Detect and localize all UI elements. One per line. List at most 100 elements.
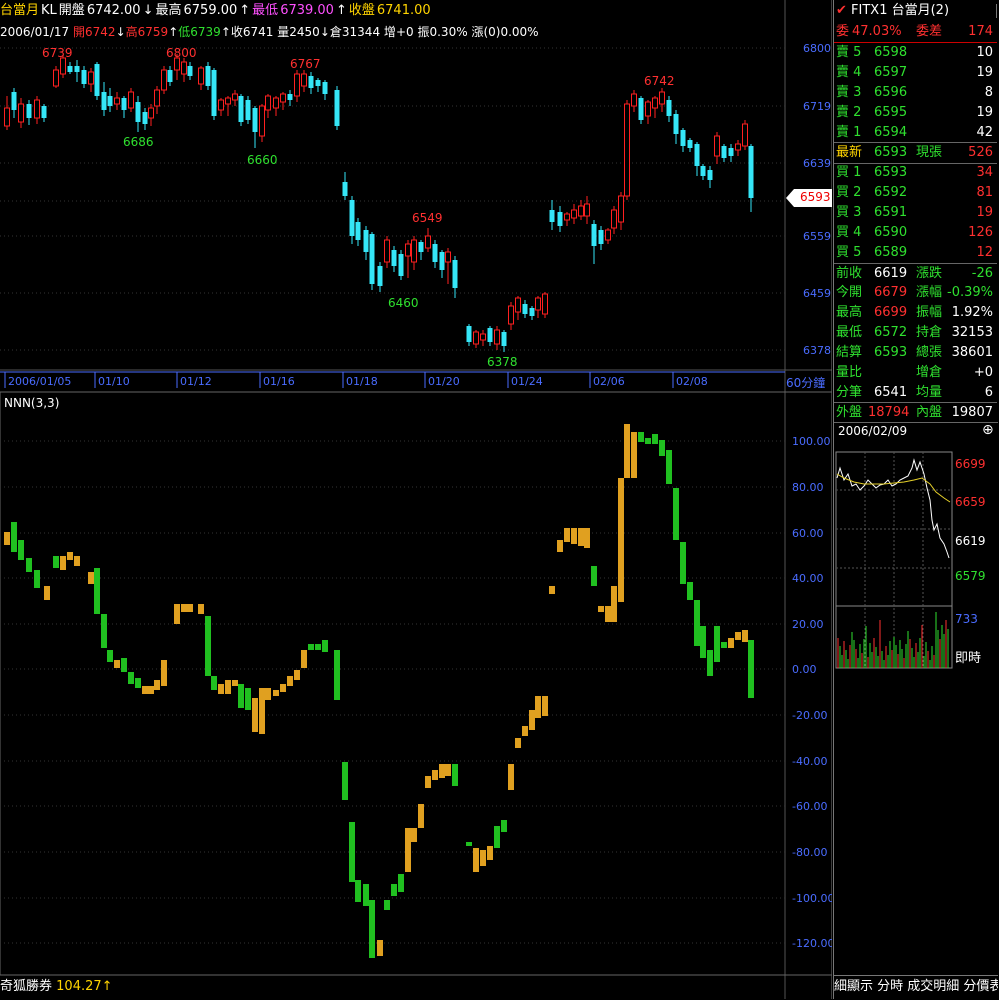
candle-body <box>405 243 411 257</box>
main-chart[interactable]: 6739 6800 6767 6742 6686 6660 6549 6460 6378 680… <box>0 0 832 999</box>
candle-body <box>384 239 390 263</box>
ask-row[interactable]: 賣 3 6596 8 <box>834 83 997 103</box>
indicator-bar <box>564 528 570 542</box>
indicator-bar <box>529 710 535 730</box>
quote-label: 買 5 <box>836 245 862 260</box>
stat-value: 6572 <box>874 325 908 340</box>
candle-body <box>315 80 321 86</box>
stat-label: 最高 <box>836 305 863 320</box>
date-label: 01/18 <box>346 375 378 388</box>
indicator-bar <box>308 644 314 650</box>
quote-price: 6597 <box>874 65 908 80</box>
bid-row[interactable]: 買 5 6589 12 <box>834 243 997 263</box>
stat-label: 分筆 <box>836 385 863 400</box>
bid-row[interactable]: 買 4 6590 126 <box>834 223 997 243</box>
status-tabs-text[interactable]: 細顯示 分時 成交明細 分價表 <box>834 979 998 994</box>
candle-body <box>101 92 107 110</box>
mini-price-3: 6619 <box>955 534 986 548</box>
stat-row: 分筆 6541 均量 6 <box>834 383 997 403</box>
indicator-y-tick: 80.00 <box>792 481 824 494</box>
indicator-y-tick: -40.00 <box>792 755 827 768</box>
mini-chart[interactable]: 6699 6659 6619 6579 733 即時 <box>834 440 998 670</box>
indicator-bar <box>259 688 265 734</box>
indicator-y-tick: -80.00 <box>792 846 827 859</box>
indicator-bar <box>135 678 141 688</box>
status-tabs[interactable]: 細顯示 分時 成交明細 分價表 <box>834 975 998 1000</box>
quote-qty: 42 <box>976 125 993 140</box>
indicator-name[interactable]: NNN(3,3) <box>4 396 59 410</box>
period-label[interactable]: 60分鐘 <box>786 374 825 391</box>
candle-body <box>584 203 590 217</box>
indicator-bar <box>211 676 217 690</box>
indicator-bar <box>445 764 451 776</box>
candle-body <box>218 99 224 111</box>
bid-row[interactable]: 買 2 6592 81 <box>834 183 997 203</box>
candle-body <box>148 107 154 119</box>
stat-row: 量比 增倉 +0 <box>834 363 997 383</box>
stat-label: 結算 <box>836 345 863 360</box>
ask-row[interactable]: 賣 2 6595 19 <box>834 103 997 123</box>
indicator-bar <box>591 566 597 586</box>
quote-price: 6593 <box>874 165 908 180</box>
stat-value: 6679 <box>874 285 908 300</box>
stat-value: 6699 <box>874 305 908 320</box>
bid-row[interactable]: 買 1 6593 34 <box>834 163 997 183</box>
price-annotation: 6460 <box>388 296 419 310</box>
last-price-tag: 6593 <box>786 189 832 207</box>
indicator-bar <box>666 450 672 484</box>
indicator-bar <box>148 686 154 694</box>
indicator-bar <box>342 762 348 800</box>
candle-body <box>167 70 173 82</box>
candle-body <box>232 93 238 101</box>
quote-label: 賣 2 <box>836 105 862 120</box>
indicator-bar <box>232 680 238 686</box>
candle-body <box>473 331 479 345</box>
indicator-bar <box>301 650 307 668</box>
indicator-bar <box>280 684 286 692</box>
indicator-bar <box>598 606 604 612</box>
mini-vol-label: 733 <box>955 612 978 626</box>
quote-price: 6595 <box>874 105 908 120</box>
stat-value: 32153 <box>951 325 993 340</box>
candle-body <box>411 239 417 263</box>
quote-label: 買 4 <box>836 225 862 240</box>
quote-qty: 19 <box>976 65 993 80</box>
broker-name: 奇狐勝券 <box>0 979 53 994</box>
stat-row: 最低 6572 持倉 32153 <box>834 323 997 343</box>
indicator-bar <box>53 556 59 568</box>
mini-mode[interactable]: 即時 <box>955 651 981 666</box>
candle-body <box>107 96 113 106</box>
crosshair-icon[interactable]: ⊕ <box>982 422 994 438</box>
indicator-bar <box>578 528 584 546</box>
indicator-bar <box>515 738 521 748</box>
indicator-bar <box>18 540 24 560</box>
candle-body <box>88 71 94 85</box>
candle-body <box>515 297 521 313</box>
candle-body <box>494 329 500 345</box>
candle-body <box>535 297 541 311</box>
ask-row[interactable]: 賣 5 6598 10 <box>834 43 997 63</box>
candle-body <box>564 213 570 221</box>
candle-body <box>673 114 679 134</box>
candle-body <box>67 66 73 72</box>
last-price-value: 6593 <box>800 190 831 204</box>
indicator-bar <box>425 776 431 788</box>
last-value: 6593 <box>874 145 908 160</box>
indicator-bar <box>94 568 100 614</box>
candle-body <box>18 103 24 123</box>
candle-body <box>355 222 361 240</box>
quote-price: 6598 <box>874 45 908 60</box>
indicator-y-tick: 100.00 <box>792 435 831 448</box>
candle-body <box>522 304 528 314</box>
candle-body <box>259 105 265 137</box>
date-label: 02/08 <box>676 375 708 388</box>
indicator-bar <box>466 842 472 846</box>
quote-label: 買 1 <box>836 165 862 180</box>
ask-row[interactable]: 賣 4 6597 19 <box>834 63 997 83</box>
indicator-bar <box>334 650 340 700</box>
bid-row[interactable]: 買 3 6591 19 <box>834 203 997 223</box>
indicator-bar <box>508 764 514 790</box>
ask-row[interactable]: 賣 1 6594 42 <box>834 123 997 143</box>
price-annotation: 6378 <box>487 355 518 369</box>
indicator-bar <box>571 528 577 544</box>
